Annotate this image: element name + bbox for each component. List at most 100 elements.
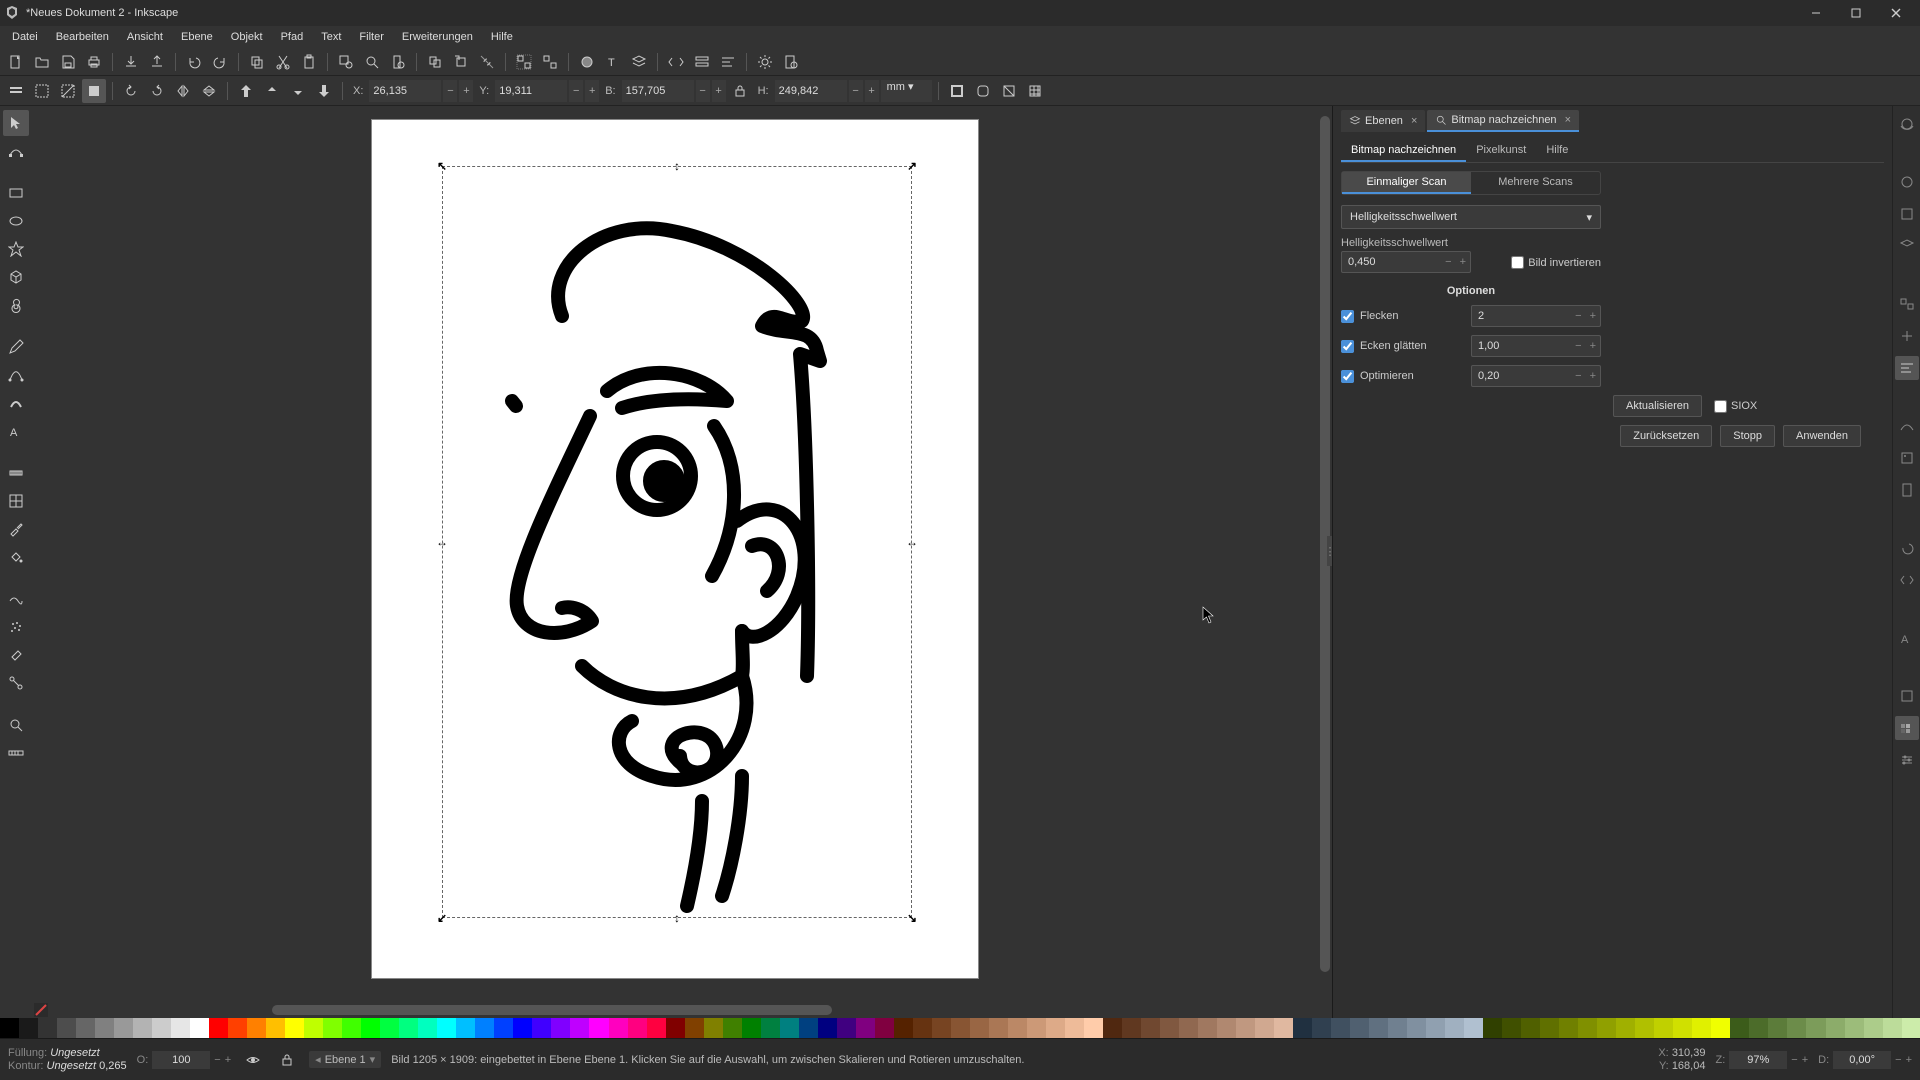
color-swatch[interactable]	[1902, 1018, 1920, 1038]
menu-datei[interactable]: Datei	[4, 29, 46, 45]
pencil-tool-icon[interactable]	[3, 334, 29, 360]
color-swatch[interactable]	[418, 1018, 437, 1038]
color-swatch[interactable]	[989, 1018, 1008, 1038]
color-swatch[interactable]	[1274, 1018, 1293, 1038]
dock-obj-props-icon[interactable]	[1895, 202, 1919, 226]
affect-corners-icon[interactable]	[971, 79, 995, 103]
color-swatch[interactable]	[761, 1018, 780, 1038]
color-swatch[interactable]	[1806, 1018, 1825, 1038]
color-swatch[interactable]	[799, 1018, 818, 1038]
color-swatch[interactable]	[1426, 1018, 1445, 1038]
color-swatch[interactable]	[742, 1018, 761, 1038]
menu-filter[interactable]: Filter	[351, 29, 391, 45]
fill-indicator[interactable]: Füllung: Ungesetzt Kontur: Ungesetzt 0,2…	[8, 1047, 127, 1071]
color-swatch[interactable]	[875, 1018, 894, 1038]
opt-speckles-check[interactable]	[1341, 310, 1354, 323]
color-swatch[interactable]	[380, 1018, 399, 1038]
subtab-trace[interactable]: Bitmap nachzeichnen	[1341, 140, 1466, 162]
text-tool-icon[interactable]: A	[3, 418, 29, 444]
handle-e[interactable]: ↔	[906, 536, 918, 548]
zoom-drawing-icon[interactable]	[360, 50, 384, 74]
color-swatch[interactable]	[1407, 1018, 1426, 1038]
color-swatch[interactable]	[1749, 1018, 1768, 1038]
h-dec[interactable]: −	[849, 80, 863, 102]
color-swatch[interactable]	[1864, 1018, 1883, 1038]
color-swatch[interactable]	[856, 1018, 875, 1038]
fill-stroke-icon[interactable]	[575, 50, 599, 74]
visibility-icon[interactable]	[241, 1048, 265, 1072]
dock-undo-history-icon[interactable]	[1895, 536, 1919, 560]
color-swatch[interactable]	[1654, 1018, 1673, 1038]
color-swatch[interactable]	[304, 1018, 323, 1038]
unlink-clone-icon[interactable]	[475, 50, 499, 74]
color-swatch[interactable]	[837, 1018, 856, 1038]
color-swatch[interactable]	[666, 1018, 685, 1038]
color-swatch[interactable]	[570, 1018, 589, 1038]
x-inc[interactable]: +	[459, 80, 473, 102]
export-icon[interactable]	[145, 50, 169, 74]
connector-tool-icon[interactable]	[3, 670, 29, 696]
color-swatch[interactable]	[1826, 1018, 1845, 1038]
color-swatch[interactable]	[361, 1018, 380, 1038]
zoom-selection-icon[interactable]	[334, 50, 358, 74]
color-swatch[interactable]	[780, 1018, 799, 1038]
dock-xml-icon[interactable]	[1895, 568, 1919, 592]
w-inc[interactable]: +	[712, 80, 726, 102]
color-swatch[interactable]	[1369, 1018, 1388, 1038]
deselect-icon[interactable]	[56, 79, 80, 103]
spiral-tool-icon[interactable]	[3, 292, 29, 318]
color-swatch[interactable]	[1388, 1018, 1407, 1038]
align-icon[interactable]	[716, 50, 740, 74]
dock-layers-icon[interactable]	[1895, 234, 1919, 258]
color-swatch[interactable]	[1141, 1018, 1160, 1038]
lock-aspect-icon[interactable]	[728, 79, 752, 103]
save-icon[interactable]	[56, 50, 80, 74]
rotation-input[interactable]	[1833, 1051, 1891, 1069]
handle-ne[interactable]: ↗	[906, 160, 918, 172]
color-swatch[interactable]	[1027, 1018, 1046, 1038]
color-swatch[interactable]	[285, 1018, 304, 1038]
menu-hilfe[interactable]: Hilfe	[483, 29, 521, 45]
hscrollbar[interactable]	[32, 1002, 1332, 1018]
rotation-field[interactable]: D: −+	[1818, 1051, 1912, 1069]
w-input[interactable]	[622, 80, 694, 102]
opacity-input[interactable]	[152, 1051, 210, 1069]
color-swatch[interactable]	[685, 1018, 704, 1038]
color-swatch[interactable]	[38, 1018, 57, 1038]
apply-button[interactable]: Anwenden	[1783, 425, 1861, 447]
color-swatch[interactable]	[1787, 1018, 1806, 1038]
stop-button[interactable]: Stopp	[1720, 425, 1775, 447]
handle-s[interactable]: ↕	[671, 912, 683, 924]
mesh-tool-icon[interactable]	[3, 488, 29, 514]
box3d-tool-icon[interactable]	[3, 264, 29, 290]
x-input[interactable]	[369, 80, 441, 102]
color-swatch[interactable]	[171, 1018, 190, 1038]
color-swatch[interactable]	[323, 1018, 342, 1038]
menu-erweiterungen[interactable]: Erweiterungen	[394, 29, 481, 45]
dock-transform-icon[interactable]	[1895, 324, 1919, 348]
lower-bottom-icon[interactable]	[312, 79, 336, 103]
color-swatch[interactable]	[114, 1018, 133, 1038]
color-swatch[interactable]	[1635, 1018, 1654, 1038]
ungroup-icon[interactable]	[538, 50, 562, 74]
color-swatch[interactable]	[1692, 1018, 1711, 1038]
color-swatch[interactable]	[1179, 1018, 1198, 1038]
unit-select[interactable]: mm ▾	[881, 80, 932, 102]
dock-new-icon[interactable]	[1895, 112, 1919, 136]
reset-button[interactable]: Zurücksetzen	[1620, 425, 1712, 447]
color-swatch[interactable]	[1540, 1018, 1559, 1038]
trace-method-dropdown[interactable]: Helligkeitsschwellwert ▾	[1341, 205, 1601, 229]
siox-checkbox[interactable]	[1714, 400, 1727, 413]
color-swatch[interactable]	[1521, 1018, 1540, 1038]
dock-swatches-icon[interactable]	[1895, 716, 1919, 740]
dock-prefs-icon[interactable]	[1895, 748, 1919, 772]
close-button[interactable]	[1876, 1, 1916, 25]
dock-text-icon[interactable]: A	[1895, 626, 1919, 650]
subtab-pixelart[interactable]: Pixelkunst	[1466, 140, 1536, 162]
color-swatch[interactable]	[1559, 1018, 1578, 1038]
color-swatch[interactable]	[1046, 1018, 1065, 1038]
touch-select-icon[interactable]	[82, 79, 106, 103]
opt-speckles-input[interactable]	[1472, 310, 1571, 322]
color-swatch[interactable]	[818, 1018, 837, 1038]
color-swatch[interactable]	[1673, 1018, 1692, 1038]
